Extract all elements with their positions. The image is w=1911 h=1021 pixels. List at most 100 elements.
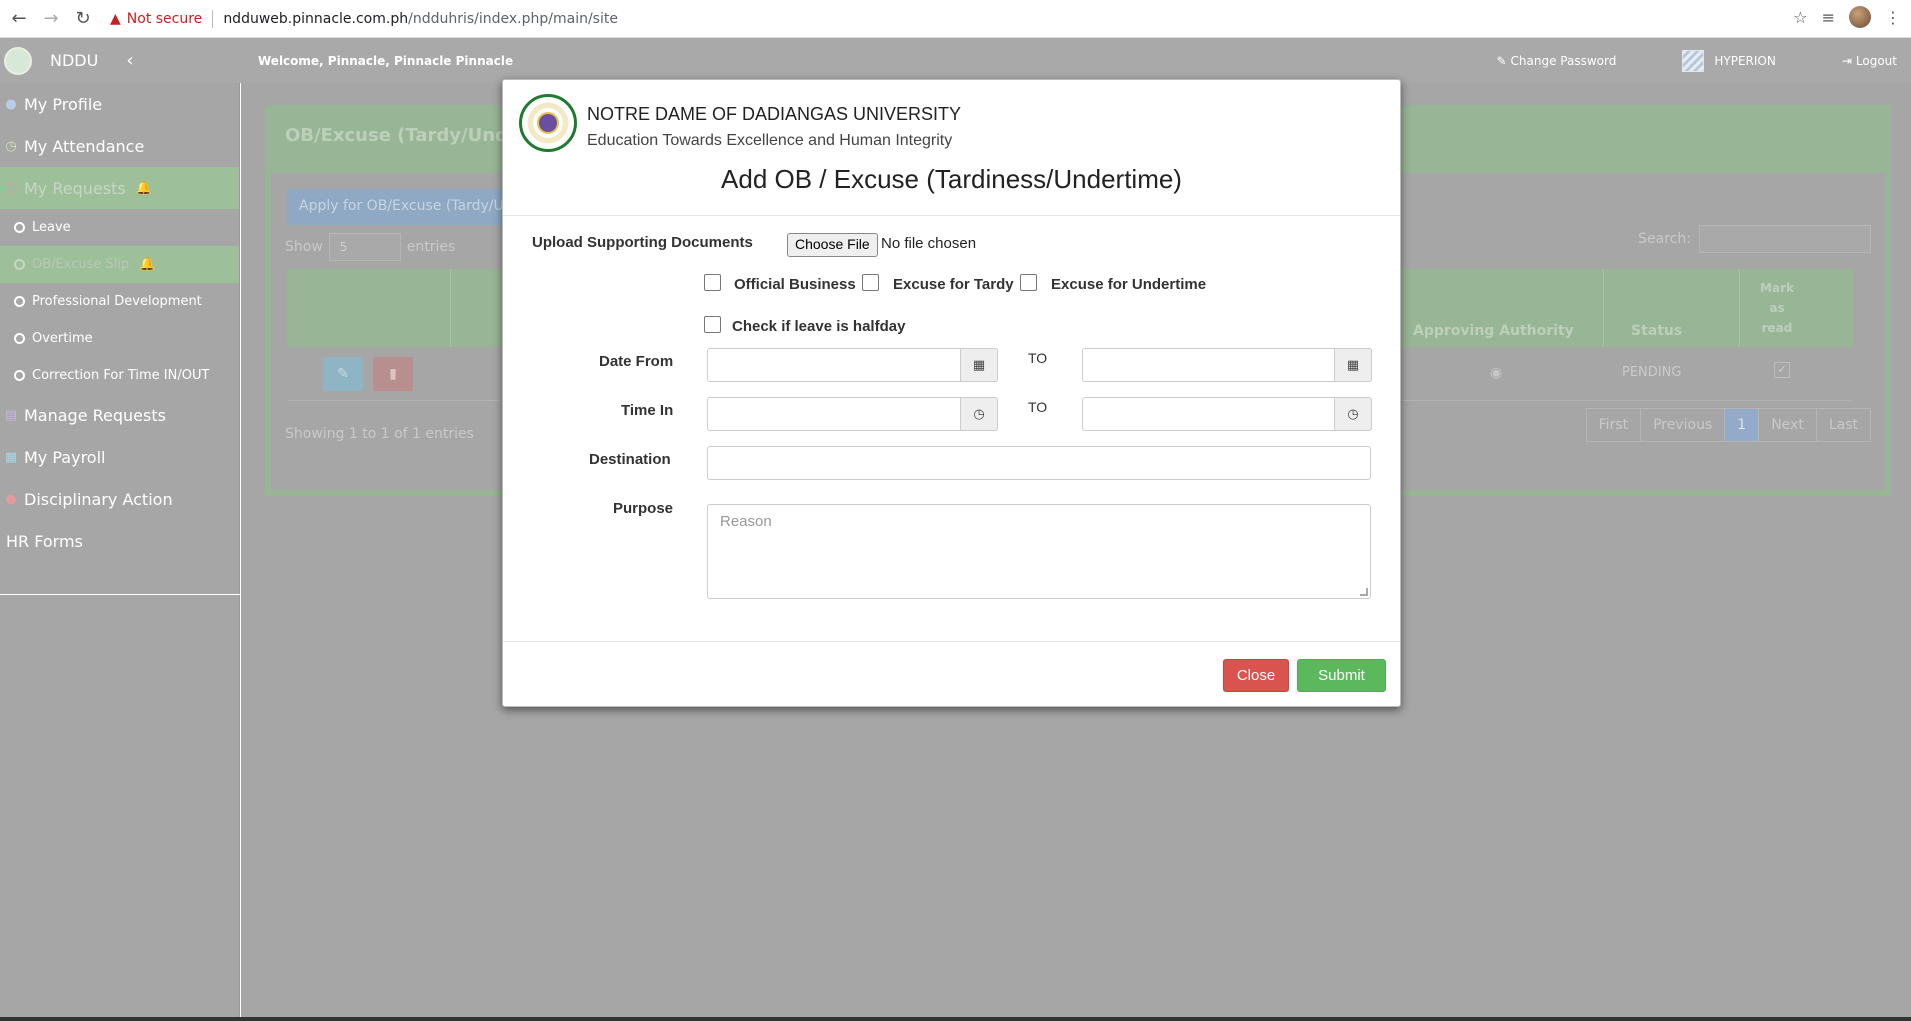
official-business-checkbox[interactable] bbox=[704, 274, 721, 291]
sidebar-item-disciplinary-action[interactable]: ● Disciplinary Action bbox=[0, 478, 239, 520]
time-out-input[interactable]: ◷ bbox=[1082, 397, 1372, 431]
column-header-approving[interactable]: Approving Authority bbox=[1413, 269, 1574, 347]
sidebar-item-label: Correction For Time IN/OUT bbox=[32, 368, 210, 383]
excuse-undertime-checkbox[interactable] bbox=[1020, 274, 1037, 291]
seal-emblem bbox=[537, 112, 559, 134]
notification-bell-icon: 🔔 bbox=[139, 257, 156, 272]
page-next[interactable]: Next bbox=[1758, 408, 1817, 442]
warning-icon: ▲ bbox=[110, 10, 121, 27]
sidebar-item-label: Professional Development bbox=[32, 294, 202, 309]
university-seal-logo bbox=[519, 94, 577, 152]
sidebar-toggle-icon[interactable]: ‹ bbox=[126, 50, 133, 71]
excuse-tardy-checkbox[interactable] bbox=[862, 274, 879, 291]
address-bar[interactable]: ▲ Not secure ndduweb.pinnacle.com.ph/ndd… bbox=[110, 6, 618, 32]
sidebar-item-hr-forms[interactable]: HR Forms bbox=[0, 520, 239, 562]
close-button[interactable]: Close bbox=[1223, 659, 1289, 692]
submit-button[interactable]: Submit bbox=[1297, 659, 1386, 692]
list-icon: ▤ bbox=[4, 407, 18, 423]
media-queue-icon[interactable]: ≡ bbox=[1822, 8, 1835, 27]
browser-actions: ☆ ≡ ⋮ bbox=[1793, 6, 1901, 28]
sidebar-item-manage-requests[interactable]: ▤ Manage Requests bbox=[0, 394, 239, 436]
page-current[interactable]: 1 bbox=[1724, 408, 1760, 442]
halfday-checkbox[interactable] bbox=[704, 316, 721, 333]
back-icon[interactable]: ← bbox=[6, 6, 32, 32]
page-last[interactable]: Last bbox=[1815, 408, 1871, 442]
date-from-input[interactable]: ▦ bbox=[707, 348, 998, 382]
search-input[interactable] bbox=[1699, 225, 1871, 253]
entries-select[interactable]: 5 bbox=[328, 233, 401, 261]
panel-title: OB/Excuse (Tardy/Unde bbox=[285, 125, 521, 146]
sidebar-item-ob-excuse-slip[interactable]: OB/Excuse Slip 🔔 bbox=[0, 246, 239, 283]
alert-icon: ● bbox=[5, 491, 17, 507]
mark-read-checkbox[interactable]: ✓ bbox=[1774, 362, 1790, 378]
date-from-label: Date From bbox=[599, 353, 674, 370]
resize-handle-icon[interactable] bbox=[1360, 588, 1368, 596]
apply-ob-excuse-button[interactable]: Apply for OB/Excuse (Tardy/U bbox=[287, 189, 527, 225]
trash-icon[interactable]: ▮ bbox=[373, 357, 413, 391]
sidebar-item-my-payroll[interactable]: ▦ My Payroll bbox=[0, 436, 239, 478]
page-previous[interactable]: Previous bbox=[1640, 408, 1726, 442]
security-status: Not secure bbox=[126, 10, 203, 27]
upload-label: Upload Supporting Documents bbox=[532, 234, 753, 251]
header-actions: ✎ Change Password HYPERION ⇥ Logout bbox=[1496, 38, 1897, 83]
circle-icon bbox=[14, 259, 25, 270]
edit-icon[interactable]: ✎ bbox=[323, 357, 363, 391]
sidebar-item-label: Manage Requests bbox=[24, 405, 166, 425]
hyperion-label: HYPERION bbox=[1714, 53, 1776, 68]
clock-icon[interactable]: ◷ bbox=[1334, 397, 1372, 431]
calendar-icon[interactable]: ▦ bbox=[1334, 348, 1372, 382]
column-header-mark-as-read[interactable]: Mark as read bbox=[1757, 269, 1797, 347]
clock-icon[interactable]: ◷ bbox=[960, 397, 998, 431]
column-header-status[interactable]: Status bbox=[1631, 269, 1682, 347]
time-to-label: TO bbox=[1028, 399, 1048, 415]
reload-icon[interactable]: ↻ bbox=[70, 6, 96, 32]
column-divider bbox=[1603, 269, 1604, 347]
calendar-icon[interactable]: ▦ bbox=[960, 348, 998, 382]
entries-label: entries bbox=[406, 239, 456, 255]
hyperion-link[interactable]: HYPERION bbox=[1682, 49, 1776, 72]
university-motto: Education Towards Excellence and Human I… bbox=[587, 132, 953, 149]
date-to-input[interactable]: ▦ bbox=[1082, 348, 1372, 382]
sidebar-item-label: My Payroll bbox=[24, 447, 106, 467]
calendar-icon: ▦ bbox=[4, 449, 18, 465]
eye-icon[interactable]: ◉ bbox=[1490, 365, 1502, 381]
sidebar-item-leave[interactable]: Leave bbox=[0, 209, 239, 246]
time-in-label: Time In bbox=[621, 402, 674, 419]
choose-file-button[interactable]: Choose File bbox=[787, 233, 878, 257]
modal-title: Add OB / Excuse (Tardiness/Undertime) bbox=[721, 164, 1182, 194]
sidebar-item-label: Overtime bbox=[32, 331, 93, 346]
entries-length-control: Show 5 entries bbox=[285, 233, 455, 261]
sidebar-item-correction-time[interactable]: Correction For Time IN/OUT bbox=[0, 357, 239, 394]
purpose-textarea[interactable]: Reason bbox=[707, 504, 1371, 599]
omnibox-divider bbox=[212, 9, 214, 28]
brand[interactable]: NDDU ‹ bbox=[0, 38, 240, 83]
sidebar-item-label: My Requests bbox=[24, 178, 126, 198]
browser-toolbar: ← → ↻ ▲ Not secure ndduweb.pinnacle.com.… bbox=[0, 0, 1911, 38]
sidebar-item-overtime[interactable]: Overtime bbox=[0, 320, 239, 357]
url-text[interactable]: ndduweb.pinnacle.com.ph/ndduhris/index.p… bbox=[223, 11, 618, 27]
url-path: /ndduhris/index.php/main/site bbox=[408, 10, 618, 27]
bookmark-star-icon[interactable]: ☆ bbox=[1793, 8, 1807, 27]
sidebar-divider bbox=[0, 594, 240, 595]
hyperion-logo bbox=[1682, 49, 1705, 72]
logout-link[interactable]: ⇥ Logout bbox=[1842, 54, 1897, 68]
add-ob-excuse-modal: NOTRE DAME OF DADIANGAS UNIVERSITY Educa… bbox=[502, 79, 1401, 707]
sidebar-item-professional-development[interactable]: Professional Development bbox=[0, 283, 239, 320]
sidebar-item-my-requests[interactable]: ▤ My Requests 🔔 bbox=[0, 167, 239, 209]
destination-input[interactable] bbox=[707, 446, 1371, 480]
browser-menu-icon[interactable]: ⋮ bbox=[1885, 8, 1901, 27]
app-header: NDDU ‹ Welcome, Pinnacle, Pinnacle Pinna… bbox=[0, 38, 1911, 83]
time-in-input[interactable]: ◷ bbox=[707, 397, 998, 431]
forward-icon[interactable]: → bbox=[38, 6, 64, 32]
profile-avatar[interactable] bbox=[1849, 6, 1871, 28]
sidebar-item-my-profile[interactable]: ● My Profile bbox=[0, 83, 239, 125]
sidebar-item-label: My Profile bbox=[24, 94, 103, 114]
excuse-undertime-label: Excuse for Undertime bbox=[1051, 276, 1207, 293]
table-info: Showing 1 to 1 of 1 entries bbox=[285, 426, 474, 442]
sidebar-item-my-attendance[interactable]: ◷ My Attendance bbox=[0, 125, 239, 167]
page-first[interactable]: First bbox=[1585, 408, 1642, 442]
change-password-link[interactable]: ✎ Change Password bbox=[1496, 54, 1616, 68]
logout-icon: ⇥ bbox=[1841, 53, 1852, 68]
sidebar-item-label: Disciplinary Action bbox=[24, 489, 173, 509]
taskbar-strip bbox=[0, 1017, 1911, 1021]
